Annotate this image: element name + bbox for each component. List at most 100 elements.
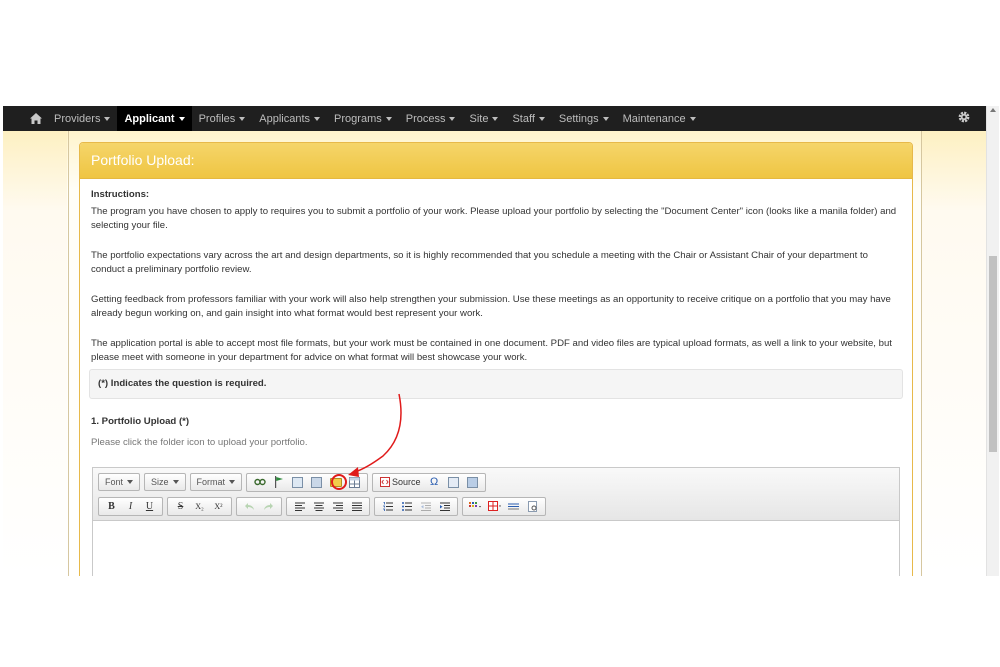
align-justify-icon[interactable]: [349, 499, 364, 514]
special-character-icon[interactable]: Ω: [427, 475, 442, 490]
link-icon[interactable]: [252, 475, 267, 490]
align-center-icon[interactable]: [311, 499, 326, 514]
underline-button[interactable]: U: [142, 499, 157, 514]
nav-label: Providers: [54, 112, 101, 125]
strikethrough-button[interactable]: S: [173, 499, 188, 514]
content-frame-left: [68, 131, 69, 576]
caret-down-icon: [178, 116, 185, 121]
nav-item-maintenance[interactable]: Maintenance: [616, 106, 703, 131]
basic-style-group: B I U: [98, 496, 163, 516]
template-icon[interactable]: [446, 475, 461, 490]
caret-down-icon: [127, 480, 134, 484]
nav-label: Staff: [512, 112, 535, 125]
caret-down-icon: [538, 116, 545, 121]
instructions-paragraph: The portfolio expectations vary across t…: [91, 249, 868, 276]
nav-item-applicant[interactable]: Applicant: [117, 106, 192, 131]
browser-viewport: Providers Applicant Profiles Applicants …: [3, 106, 999, 576]
horizontal-rule-icon[interactable]: [506, 499, 521, 514]
caret-down-icon: [239, 116, 246, 121]
right-gutter: [921, 131, 987, 576]
undo-redo-group: [236, 496, 282, 516]
caret-down-icon: [314, 116, 321, 121]
bulleted-list-icon[interactable]: [399, 499, 414, 514]
nav-item-profiles[interactable]: Profiles: [192, 106, 253, 131]
image-icon[interactable]: [290, 475, 305, 490]
caret-down-icon: [172, 480, 179, 484]
instructions-paragraph: The program you have chosen to apply to …: [91, 205, 897, 232]
scrollbar-thumb[interactable]: [989, 256, 997, 452]
nav-label: Programs: [334, 112, 382, 125]
toolbar-row-2: B I U S X₂ X²: [98, 496, 899, 516]
caret-down-icon: [104, 116, 111, 121]
source-tools-group: Source Ω: [372, 472, 486, 492]
document-center-folder-icon[interactable]: [328, 475, 343, 490]
nav-item-site[interactable]: Site: [462, 106, 505, 131]
table-border-icon[interactable]: [487, 499, 502, 514]
format-dropdown[interactable]: Format: [189, 473, 243, 491]
nav-item-providers[interactable]: Providers: [47, 106, 117, 131]
required-note: (*) Indicates the question is required.: [89, 368, 903, 399]
indent-icon[interactable]: [437, 499, 452, 514]
undo-icon[interactable]: [242, 499, 257, 514]
gear-icon[interactable]: [957, 110, 971, 127]
scroll-up-arrow-icon[interactable]: [990, 108, 996, 112]
list-group: [374, 496, 458, 516]
instructions-paragraph: The application portal is able to accept…: [91, 337, 892, 364]
size-dropdown[interactable]: Size: [144, 473, 186, 491]
numbered-list-icon[interactable]: [380, 499, 395, 514]
source-label: Source: [392, 477, 421, 487]
portfolio-upload-panel: Portfolio Upload: Instructions: The prog…: [79, 142, 913, 576]
color-grid-icon[interactable]: [468, 499, 483, 514]
question-help: Please click the folder icon to upload y…: [91, 437, 308, 448]
instructions-title: Instructions:: [91, 189, 150, 200]
caret-down-icon: [602, 116, 609, 121]
question-title: 1. Portfolio Upload (*): [91, 415, 190, 427]
caret-down-icon: [229, 480, 236, 484]
nav-item-programs[interactable]: Programs: [327, 106, 399, 131]
caret-down-icon: [385, 116, 392, 121]
combo-label: Format: [196, 477, 226, 487]
preview-icon[interactable]: [465, 475, 480, 490]
italic-button[interactable]: I: [123, 499, 138, 514]
toolbar-row-1: Font Size Format Source Ω: [98, 472, 899, 492]
alignment-group: [286, 496, 370, 516]
font-dropdown[interactable]: Font: [98, 473, 141, 491]
home-icon[interactable]: [25, 113, 47, 124]
nav-label: Profiles: [198, 112, 236, 125]
nav-item-applicants[interactable]: Applicants: [252, 106, 327, 131]
media-icon[interactable]: [309, 475, 324, 490]
anchor-flag-icon[interactable]: [271, 475, 286, 490]
source-button[interactable]: Source: [378, 475, 423, 490]
nav-label: Settings: [558, 112, 599, 125]
nav-label: Applicant: [124, 112, 175, 125]
top-navbar: Providers Applicant Profiles Applicants …: [3, 106, 987, 131]
caret-down-icon: [449, 116, 456, 121]
nav-item-settings[interactable]: Settings: [552, 106, 616, 131]
caret-down-icon: [492, 116, 499, 121]
script-style-group: S X₂ X²: [167, 496, 232, 516]
editor-content-area[interactable]: [93, 522, 899, 576]
table-icon[interactable]: [347, 475, 362, 490]
vertical-scrollbar[interactable]: [986, 106, 999, 576]
combo-label: Size: [151, 477, 169, 487]
nav-label: Applicants: [259, 112, 311, 125]
rich-text-editor[interactable]: Font Size Format Source Ω B I U S X₂ X²: [92, 467, 900, 576]
align-left-icon[interactable]: [292, 499, 307, 514]
panel-body: Instructions: The program you have chose…: [80, 179, 912, 460]
redo-icon[interactable]: [261, 499, 276, 514]
subscript-button[interactable]: X₂: [192, 499, 207, 514]
nav-label: Site: [469, 112, 489, 125]
combo-label: Font: [105, 477, 124, 487]
bold-button[interactable]: B: [104, 499, 119, 514]
page-preview-icon[interactable]: [525, 499, 540, 514]
align-right-icon[interactable]: [330, 499, 345, 514]
nav-label: Maintenance: [622, 112, 686, 125]
nav-item-staff[interactable]: Staff: [505, 106, 551, 131]
superscript-button[interactable]: X²: [211, 499, 226, 514]
outdent-icon[interactable]: [418, 499, 433, 514]
panel-title: Portfolio Upload:: [80, 143, 912, 179]
content-frame-right: [921, 131, 922, 576]
left-gutter: [3, 131, 67, 576]
nav-item-process[interactable]: Process: [399, 106, 463, 131]
nav-label: Process: [405, 112, 446, 125]
